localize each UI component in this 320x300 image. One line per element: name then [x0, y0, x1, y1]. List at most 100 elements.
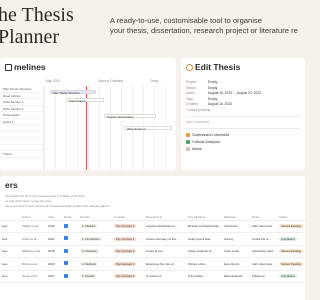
timeline-toolbar: May 2023 Open in Calendar Today	[0, 78, 176, 85]
property-row[interactable]: Created August 16, 2023	[186, 102, 232, 107]
checkbox-checked-icon[interactable]	[64, 223, 68, 228]
subpage-label: Ideas	[192, 146, 202, 151]
section-tag: 2. Introduction	[80, 236, 102, 241]
methods-cell: Meta-analysis	[222, 270, 250, 283]
hero-desc-line2: your thesis, dissertation, research proj…	[110, 26, 298, 35]
timeline-bar[interactable]: Plan Thesis Structure	[50, 90, 96, 95]
subpage-label: Submission checklist	[192, 132, 230, 137]
status-cell: Completed	[277, 232, 305, 246]
author-cell: Smith et al.	[20, 232, 46, 246]
property-key: Tags	[186, 96, 193, 101]
read-cell[interactable]	[62, 270, 78, 283]
title-cell[interactable]: ives	[0, 220, 20, 233]
comment-input[interactable]: Add a comment...	[186, 120, 212, 125]
year-cell: 2017	[46, 270, 62, 283]
today-button[interactable]: Today	[150, 79, 159, 83]
timelines-panel: melines May 2023 Open in Calendar Today …	[0, 58, 176, 170]
status-cell: Completed	[277, 270, 305, 283]
read-cell[interactable]	[62, 232, 78, 246]
property-row[interactable]: Project Empty	[186, 80, 217, 85]
status-badge: Completed	[279, 236, 297, 241]
key-findings-cell: Shows a link...	[186, 257, 222, 271]
section-cell: 5. Results	[78, 270, 112, 283]
table-row[interactable]: ives Brown et al. 2020 4. Methods Key Concep…	[0, 257, 305, 271]
title-cell[interactable]: ives	[0, 245, 20, 258]
page-icon	[186, 146, 190, 151]
hero-desc-line1: A ready-to-use, customisable tool to org…	[110, 16, 262, 25]
status-badge: Started Reading	[279, 249, 304, 254]
author-cell: Phillips et al.	[20, 220, 46, 233]
edit-thesis-panel: Edit Thesis Project Empty Status Empty Dates…	[181, 58, 305, 170]
methods-cell: Case study	[222, 245, 250, 258]
papers-panel: ers information for all of your sources …	[0, 176, 305, 300]
notes-cell: Add notes here	[250, 257, 277, 271]
section-tag: 3. Literature	[80, 249, 99, 254]
timeline-bar[interactable]: Data Analysis	[66, 98, 104, 103]
concept-cell: Key Concept 3	[112, 245, 144, 258]
concept-cell: Key Concept 2	[112, 232, 144, 246]
key-findings-cell: Clear evidence of...	[186, 245, 222, 258]
section-cell: 2. Introduction	[78, 232, 112, 246]
subpage-link[interactable]: Ideas	[186, 146, 202, 152]
concept-tag: Key Concept 2	[114, 274, 137, 279]
status-badge: Started Reading	[279, 224, 304, 229]
property-key: Dates	[186, 91, 195, 95]
timeline-grid: Plan Thesis Structure Data Analysis Prepar…	[44, 86, 176, 170]
timeline-task-list: Plan Thesis Structure Read Articles Write …	[0, 86, 44, 170]
key-findings-cell: Found little...	[186, 270, 222, 283]
add-property-button[interactable]: + Add a property	[186, 108, 210, 113]
timeline-bar[interactable]: Write Section 2	[124, 126, 172, 131]
page-icon	[186, 139, 190, 144]
subpage-link[interactable]: Critical Analysis	[186, 139, 220, 145]
read-cell[interactable]	[62, 245, 78, 258]
subpage-link[interactable]: Submission checklist	[186, 132, 229, 138]
calendar-icon	[5, 64, 12, 71]
property-key: Created	[186, 102, 198, 106]
table-row[interactable]: ives Jones et al. 2017 5. Results Key Concep…	[0, 270, 305, 283]
title-cell[interactable]: ives	[0, 257, 20, 271]
title-cell[interactable]: lves	[0, 232, 20, 246]
property-row[interactable]: Tags Empty	[186, 97, 217, 102]
open-in-calendar-button[interactable]: Open in Calendar	[98, 79, 123, 83]
checkbox-checked-icon[interactable]	[64, 273, 68, 278]
status-cell: Started Reading	[277, 257, 305, 271]
author-cell: Williams et al.	[20, 245, 46, 258]
read-cell[interactable]	[62, 257, 78, 271]
key-findings-cell: Results concluded that...	[186, 220, 222, 233]
table-row[interactable]: ives Phillips et al. 2019 1. Abstract Key Co…	[0, 220, 305, 233]
divider	[186, 116, 300, 117]
timeline-bar[interactable]: Prepare Presentation	[104, 114, 156, 119]
property-row[interactable]: Status Empty	[186, 86, 217, 91]
checkbox-checked-icon[interactable]	[64, 248, 68, 253]
papers-table: Author Year Read Section Concept Research Q Ke…	[0, 214, 305, 283]
section-tag: 1. Abstract	[80, 224, 98, 229]
checkbox-checked-icon[interactable]	[64, 236, 68, 241]
table-row[interactable]: lves Smith et al. 2021 2. Introduction Key C…	[0, 232, 305, 246]
author-cell: Brown et al.	[20, 257, 46, 271]
read-cell[interactable]	[62, 220, 78, 233]
title-cell[interactable]: ives	[0, 270, 20, 283]
property-value: Empty	[208, 80, 218, 84]
concept-tag: Key Concept 1	[114, 224, 137, 229]
hero-description: A ready-to-use, customisable tool to org…	[110, 16, 306, 36]
month-label: May 2023	[46, 79, 60, 83]
timeline-task-row[interactable]: Thesis	[0, 151, 43, 158]
checkbox-checked-icon[interactable]	[64, 261, 68, 266]
concept-tag: Key Concept 3	[114, 249, 137, 254]
year-cell: 2020	[46, 257, 62, 271]
hero-title: he Thesis Planner	[0, 4, 74, 48]
papers-note-1: information for all of your sources here…	[5, 194, 85, 198]
key-findings-cell: Study found that...	[186, 232, 222, 246]
status-badge: Started Reading	[279, 261, 304, 266]
table-row[interactable]: ives Williams et al. 2018 3. Literature Key …	[0, 245, 305, 258]
property-value: Empty	[208, 96, 218, 101]
property-value: August 16, 2023	[208, 102, 233, 106]
papers-note-2: ne and click 'Open' to see all notes.	[5, 199, 53, 203]
methods-cell: Experiment	[222, 257, 250, 271]
research-question-cell: A great introduction to...	[144, 220, 186, 233]
concept-cell: Key Concept 2	[112, 270, 144, 283]
section-tag: 5. Results	[80, 274, 97, 279]
concept-tag: Key Concept 1	[114, 261, 137, 266]
property-row[interactable]: Dates August 16, 2023 → August 22, 2023	[186, 91, 261, 96]
status-cell: Started Reading	[277, 245, 305, 258]
